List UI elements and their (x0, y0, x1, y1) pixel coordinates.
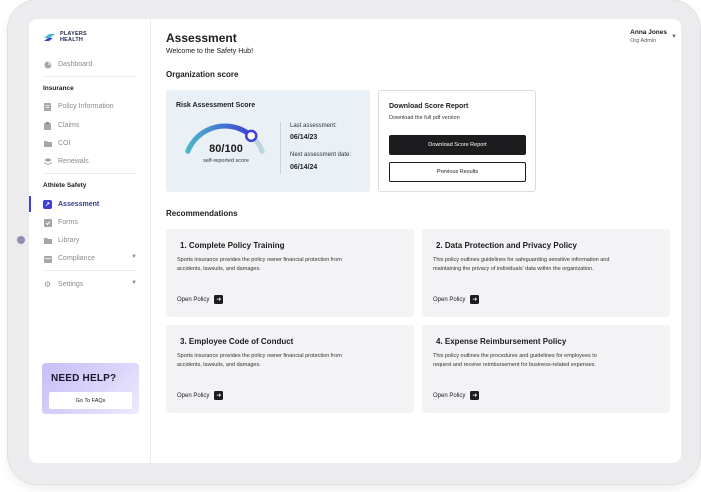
open-policy-link[interactable]: Open Policy ➜ (433, 295, 480, 304)
sidebar-item-label: Dashboard (58, 61, 93, 68)
score-caption: self-reported score (203, 158, 249, 164)
sidebar-item-label: Library (58, 237, 80, 244)
sidebar-item-library[interactable]: Library (43, 236, 139, 245)
open-policy-label: Open Policy (433, 392, 466, 399)
pie-chart-icon (43, 60, 52, 69)
sidebar-divider (43, 173, 137, 174)
sidebar-divider (43, 270, 137, 271)
last-assessment-label: Last assessment: (290, 123, 337, 129)
recommendation-card: 2. Data Protection and Privacy Policy Th… (422, 229, 670, 317)
open-policy-label: Open Policy (177, 296, 210, 303)
recommendation-title: 2. Data Protection and Privacy Policy (436, 241, 577, 250)
arrow-right-icon: ➜ (214, 391, 224, 400)
recommendation-desc: This policy outlines guidelines for safe… (433, 257, 610, 272)
app-screen: PLAYERS HEALTH Dashboard Insurance Polic… (29, 19, 681, 463)
sidebar-item-label: Claims (58, 122, 80, 129)
main-content: Assessment Welcome to the Safety Hub! An… (166, 19, 681, 463)
active-indicator (29, 196, 31, 212)
download-subtitle: Download the full pdf version (389, 115, 460, 121)
risk-card-title: Risk Assessment Score (176, 102, 256, 109)
clipboard-icon (43, 121, 52, 130)
chevron-down-icon[interactable]: ▼ (131, 280, 137, 286)
download-title: Download Score Report (389, 103, 469, 110)
user-name: Anna Jones (630, 29, 667, 36)
sidebar-item-label: Policy Information (58, 103, 114, 110)
page-title: Assessment (166, 31, 237, 45)
recommendation-desc: Sports insurance provides the policy own… (177, 353, 342, 368)
sidebar-item-dashboard[interactable]: Dashboard (43, 60, 139, 69)
arrow-right-icon: ➜ (214, 295, 224, 304)
form-icon (43, 218, 52, 227)
chevron-down-icon[interactable]: ▼ (671, 34, 677, 40)
score-value: 80/100 (209, 143, 243, 155)
recommendation-card: 3. Employee Code of Conduct Sports insur… (166, 325, 414, 413)
sidebar-item-label: Renewals (58, 158, 89, 165)
recommendations-heading: Recommendations (166, 209, 238, 218)
page-subtitle: Welcome to the Safety Hub! (166, 48, 254, 55)
athlete-section-label: Athlete Safety (43, 182, 87, 189)
recommendation-title: 1. Complete Policy Training (180, 241, 285, 250)
sidebar-item-label: Compliance (58, 255, 95, 262)
logo-icon (44, 34, 55, 41)
open-policy-link[interactable]: Open Policy ➜ (177, 295, 224, 304)
gauge-knob (245, 129, 258, 143)
sidebar: PLAYERS HEALTH Dashboard Insurance Polic… (29, 19, 151, 463)
help-title: NEED HELP? (51, 373, 117, 384)
calendar-icon (43, 254, 52, 263)
next-assessment-date: 06/14/24 (290, 164, 318, 171)
document-icon (43, 102, 52, 111)
previous-results-button[interactable]: Previous Results (389, 162, 526, 182)
arrow-right-icon: ➜ (470, 391, 480, 400)
sidebar-item-policy-information[interactable]: Policy Information (43, 102, 139, 111)
sidebar-item-renewals[interactable]: Renewals (43, 157, 139, 166)
sidebar-item-assessment[interactable]: ↗ Assessment (43, 200, 139, 209)
user-role: Org Admin (630, 38, 657, 44)
recommendation-card: 4. Expense Reimbursement Policy This pol… (422, 325, 670, 413)
card-divider (280, 122, 281, 174)
recommendation-desc: This policy outlines the procedures and … (433, 353, 597, 368)
open-policy-label: Open Policy (433, 296, 466, 303)
sidebar-item-coi[interactable]: COI (43, 139, 139, 148)
last-assessment-date: 06/14/23 (290, 134, 318, 141)
org-score-heading: Organization score (166, 70, 239, 79)
next-assessment-label: Next assessment date: (290, 152, 352, 158)
risk-score-card: Risk Assessment Score 80/100 self-report… (166, 90, 370, 192)
folder-icon (43, 139, 52, 148)
open-policy-link[interactable]: Open Policy ➜ (433, 391, 480, 400)
recommendation-title: 4. Expense Reimbursement Policy (436, 337, 567, 346)
layers-icon (43, 157, 52, 166)
sidebar-item-label: Forms (58, 219, 78, 226)
chevron-down-icon[interactable]: ▼ (131, 254, 137, 260)
folder-icon (43, 236, 52, 245)
sidebar-item-settings[interactable]: ⚙ Settings ▼ (43, 280, 139, 289)
sidebar-divider (43, 76, 137, 77)
help-card: NEED HELP? Go To FAQs (42, 363, 139, 414)
arrow-right-icon: ➜ (470, 295, 480, 304)
brand-logo[interactable]: PLAYERS HEALTH (43, 31, 87, 43)
recommendation-desc: Sports insurance provides the policy own… (177, 257, 342, 272)
sidebar-item-label: COI (58, 140, 71, 147)
user-menu[interactable]: Anna Jones Org Admin ▼ (630, 29, 677, 44)
download-report-button[interactable]: Download Score Report (389, 135, 526, 155)
open-policy-label: Open Policy (177, 392, 210, 399)
camera-dot (17, 236, 25, 244)
gear-icon: ⚙ (43, 280, 52, 289)
faq-button[interactable]: Go To FAQs (49, 392, 132, 409)
brand-name: PLAYERS HEALTH (60, 31, 87, 43)
recommendation-card: 1. Complete Policy Training Sports insur… (166, 229, 414, 317)
insurance-section-label: Insurance (43, 85, 74, 92)
sidebar-item-label: Assessment (58, 201, 100, 208)
download-report-card: Download Score Report Download the full … (378, 90, 536, 192)
sidebar-item-claims[interactable]: Claims (43, 121, 139, 130)
sidebar-item-compliance[interactable]: Compliance ▼ (43, 254, 139, 263)
open-policy-link[interactable]: Open Policy ➜ (177, 391, 224, 400)
sidebar-item-label: Settings (58, 281, 84, 288)
checkbox-icon: ↗ (43, 200, 52, 209)
recommendation-title: 3. Employee Code of Conduct (180, 337, 294, 346)
sidebar-item-forms[interactable]: Forms (43, 218, 139, 227)
brand-line2: HEALTH (60, 37, 84, 43)
